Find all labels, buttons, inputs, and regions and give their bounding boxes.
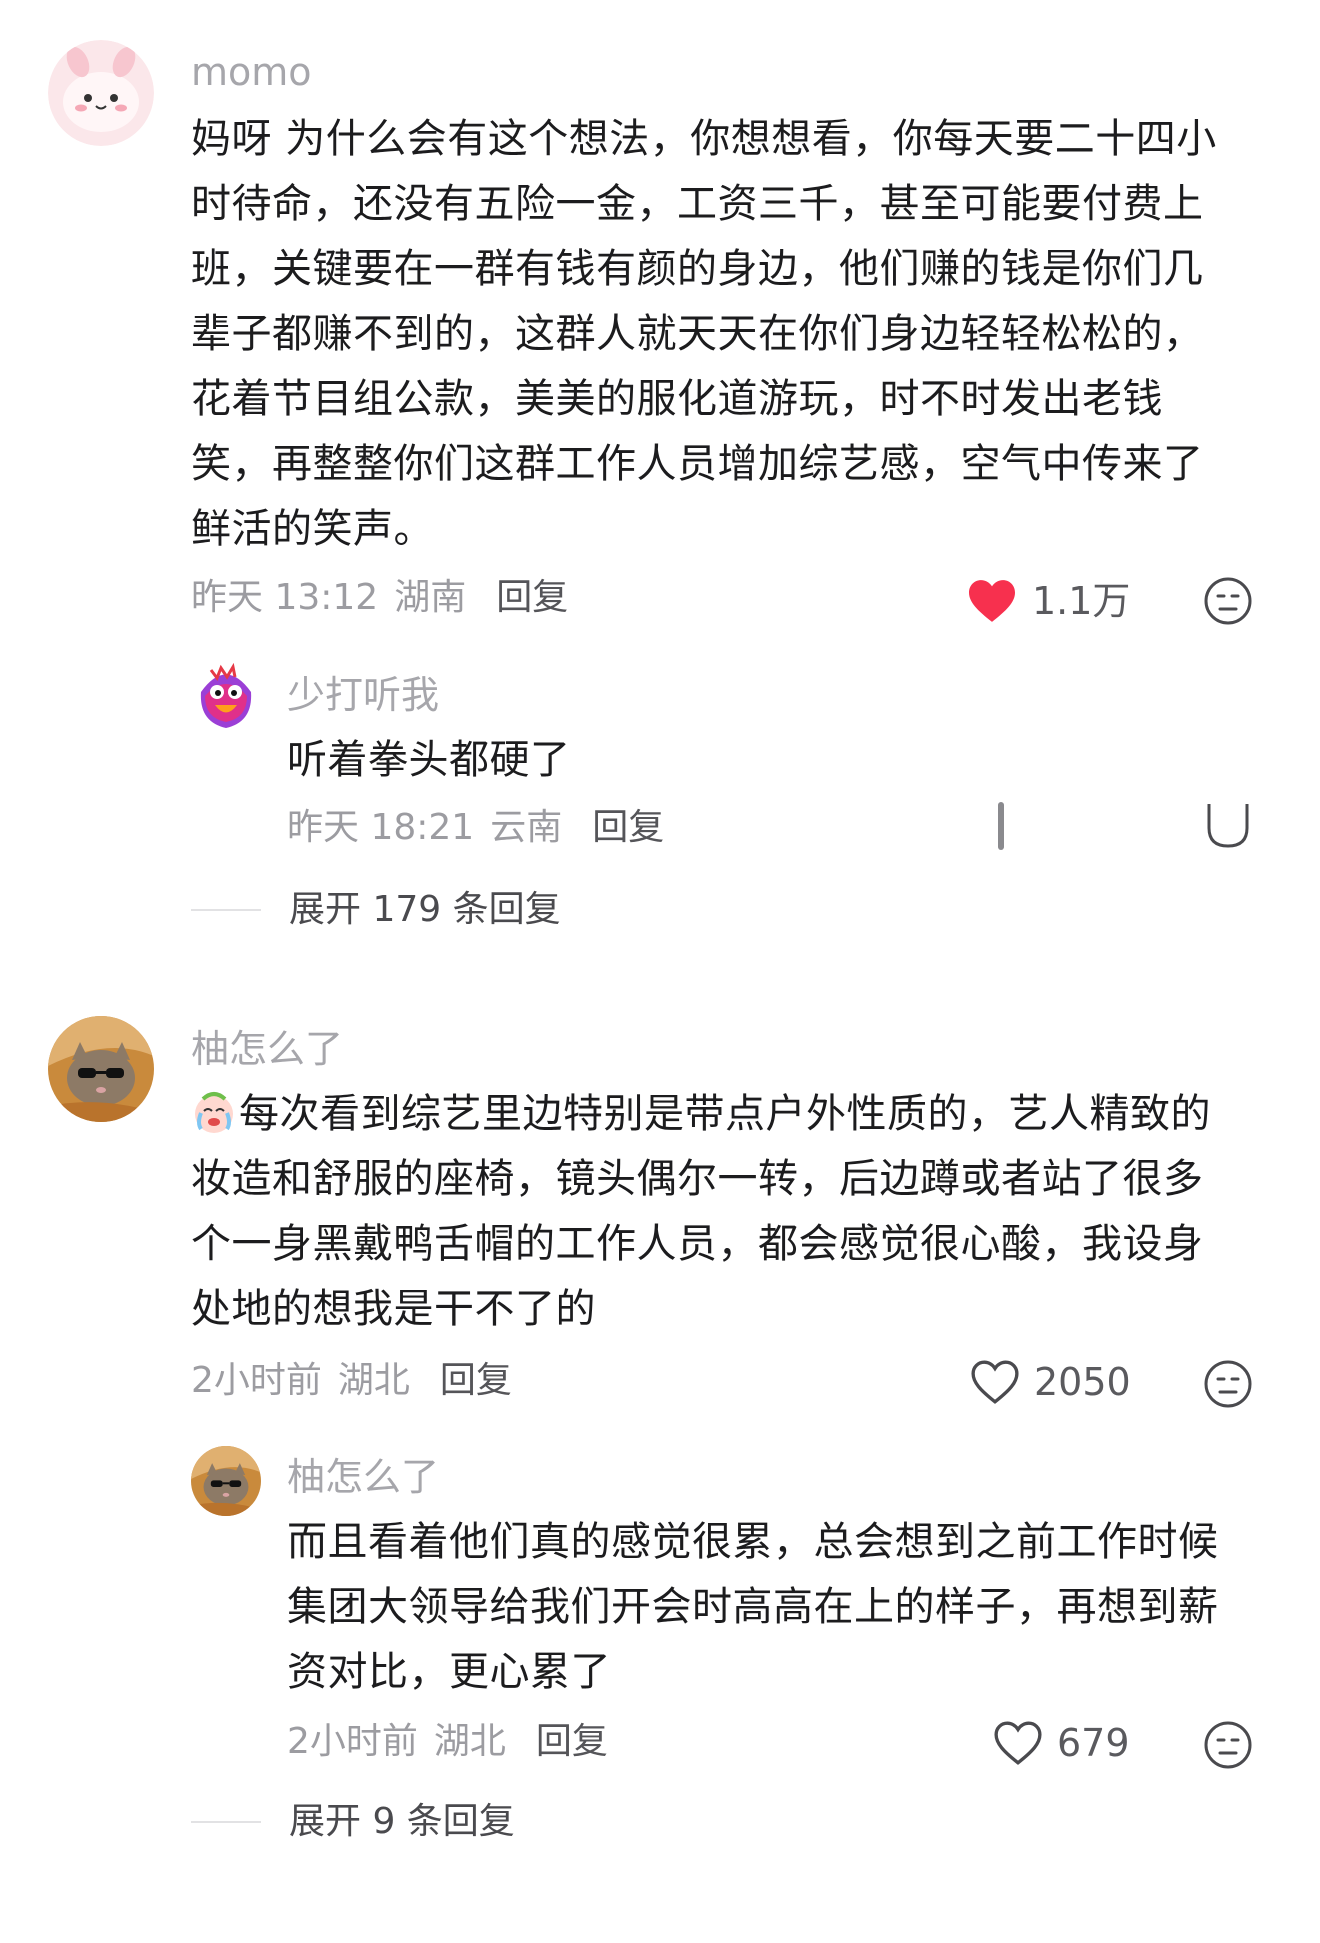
reply-username[interactable]: 少打听我 bbox=[287, 676, 439, 714]
comment-text: 每次看到综艺里边特别是带点户外性质的，艺人精致的妆造和舒服的座椅，镜头偶尔一转，… bbox=[191, 1082, 1241, 1342]
cat-sunglasses-avatar-icon bbox=[48, 1016, 154, 1122]
dislike-button[interactable] bbox=[1203, 800, 1253, 854]
like-button[interactable]: 2050 bbox=[970, 1359, 1131, 1405]
reply-button[interactable]: 回复 bbox=[592, 810, 664, 846]
expand-replies-label: 展开 9 条回复 bbox=[289, 1801, 515, 1842]
reply-username[interactable]: 柚怎么了 bbox=[287, 1458, 439, 1496]
like-count: 679 bbox=[1057, 1721, 1130, 1765]
reply-meta: 昨天 18:21 云南 回复 bbox=[287, 810, 664, 846]
divider-line bbox=[191, 909, 261, 911]
expand-replies-label: 展开 179 条回复 bbox=[289, 889, 561, 930]
reply-text: 而且看着他们真的感觉很累，总会想到之前工作时候集团大领导给我们开会时高高在上的样… bbox=[287, 1519, 1219, 1695]
like-button[interactable]: 679 bbox=[993, 1720, 1130, 1766]
reply-time: 2小时前 bbox=[287, 1721, 418, 1762]
pink-bunny-avatar-icon bbox=[48, 40, 154, 146]
reply-avatar[interactable] bbox=[191, 662, 261, 732]
dislike-face-icon bbox=[1204, 577, 1252, 625]
reply-text: 听着拳头都硬了 bbox=[287, 737, 571, 783]
reply-avatar[interactable] bbox=[191, 1446, 261, 1516]
comment-time: 昨天 13:12 bbox=[191, 577, 379, 618]
expand-replies-button[interactable]: 展开 179 条回复 bbox=[191, 892, 561, 928]
avatar[interactable] bbox=[48, 1016, 154, 1122]
comment-username[interactable]: 柚怎么了 bbox=[191, 1030, 343, 1068]
reply-meta: 2小时前 湖北 回复 bbox=[287, 1724, 608, 1760]
like-button[interactable] bbox=[990, 802, 1026, 850]
reply-time: 昨天 18:21 bbox=[287, 807, 475, 848]
comment-time: 2小时前 bbox=[191, 1360, 322, 1401]
colorful-monster-avatar-icon bbox=[191, 662, 261, 732]
heart-outline-icon-partial bbox=[998, 802, 1004, 850]
divider-line bbox=[191, 1821, 261, 1823]
like-count: 2050 bbox=[1034, 1360, 1131, 1404]
dislike-face-icon bbox=[1204, 1721, 1252, 1769]
heart-filled-icon bbox=[969, 580, 1015, 622]
comment-meta: 2小时前 湖北 回复 bbox=[191, 1363, 512, 1399]
dislike-button[interactable] bbox=[1203, 1359, 1253, 1413]
like-count: 1.1万 bbox=[1032, 579, 1131, 623]
dislike-button[interactable] bbox=[1203, 1720, 1253, 1774]
comment-username[interactable]: momo bbox=[191, 53, 312, 91]
comment-text-content: 每次看到综艺里边特别是带点户外性质的，艺人精致的妆造和舒服的座椅，镜头偶尔一转，… bbox=[191, 1091, 1211, 1332]
like-button[interactable]: 1.1万 bbox=[966, 578, 1130, 624]
reply-button[interactable]: 回复 bbox=[440, 1363, 512, 1399]
reply-location: 湖北 bbox=[433, 1721, 506, 1762]
crying-face-emoji-icon bbox=[195, 1092, 233, 1133]
dislike-face-icon bbox=[1207, 804, 1249, 848]
comment-text: 妈呀 为什么会有这个想法，你想想看，你每天要二十四小时待命，还没有五险一金，工资… bbox=[191, 116, 1217, 552]
comment-location: 湖南 bbox=[394, 577, 467, 618]
dislike-face-icon bbox=[1204, 1360, 1252, 1408]
comment-meta: 昨天 13:12 湖南 回复 bbox=[191, 580, 568, 616]
dislike-button[interactable] bbox=[1203, 576, 1253, 630]
expand-replies-button[interactable]: 展开 9 条回复 bbox=[191, 1804, 515, 1840]
reply-button[interactable]: 回复 bbox=[536, 1724, 608, 1760]
avatar[interactable] bbox=[48, 40, 154, 146]
reply-button[interactable]: 回复 bbox=[496, 580, 568, 616]
heart-outline-icon bbox=[994, 1721, 1042, 1765]
heart-outline-icon bbox=[971, 1360, 1019, 1404]
cat-sunglasses-avatar-icon bbox=[191, 1446, 261, 1516]
comment-location: 湖北 bbox=[337, 1360, 410, 1401]
reply-location: 云南 bbox=[490, 807, 563, 848]
